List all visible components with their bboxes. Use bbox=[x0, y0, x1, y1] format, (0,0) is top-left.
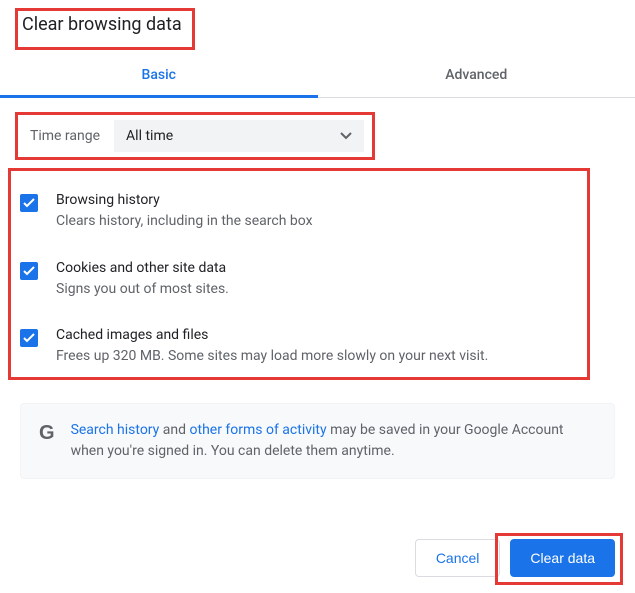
chevron-down-icon bbox=[340, 132, 352, 140]
option-desc: Signs you out of most sites. bbox=[56, 280, 615, 300]
cancel-button[interactable]: Cancel bbox=[415, 539, 501, 577]
time-range-value: All time bbox=[126, 128, 173, 144]
option-cookies: Cookies and other site data Signs you ou… bbox=[20, 246, 615, 314]
checkbox-cookies[interactable] bbox=[20, 262, 38, 280]
dialog-title: Clear browsing data bbox=[0, 0, 182, 47]
option-title: Browsing history bbox=[56, 192, 615, 208]
checkbox-browsing-history[interactable] bbox=[20, 194, 38, 212]
time-range-label: Time range bbox=[30, 128, 100, 144]
google-logo-icon: G bbox=[39, 422, 55, 445]
time-range-row: Time range All time bbox=[22, 114, 372, 158]
option-cached: Cached images and files Frees up 320 MB.… bbox=[20, 313, 615, 381]
tab-basic[interactable]: Basic bbox=[0, 53, 318, 97]
dialog-footer: Cancel Clear data bbox=[415, 539, 615, 577]
option-title: Cookies and other site data bbox=[56, 260, 615, 276]
options-list: Browsing history Clears history, includi… bbox=[12, 172, 623, 389]
info-text: Search history and other forms of activi… bbox=[71, 420, 596, 462]
option-desc: Clears history, including in the search … bbox=[56, 212, 615, 232]
other-activity-link[interactable]: other forms of activity bbox=[190, 422, 327, 438]
info-text-part: and bbox=[159, 422, 189, 438]
tabs: Basic Advanced bbox=[0, 53, 635, 98]
tab-advanced[interactable]: Advanced bbox=[318, 53, 635, 97]
info-box: G Search history and other forms of acti… bbox=[20, 403, 615, 479]
option-desc: Frees up 320 MB. Some sites may load mor… bbox=[56, 347, 615, 367]
option-browsing-history: Browsing history Clears history, includi… bbox=[20, 178, 615, 246]
checkbox-cached[interactable] bbox=[20, 329, 38, 347]
clear-data-button[interactable]: Clear data bbox=[510, 539, 615, 577]
option-title: Cached images and files bbox=[56, 327, 615, 343]
search-history-link[interactable]: Search history bbox=[71, 422, 160, 438]
time-range-select[interactable]: All time bbox=[114, 120, 364, 152]
